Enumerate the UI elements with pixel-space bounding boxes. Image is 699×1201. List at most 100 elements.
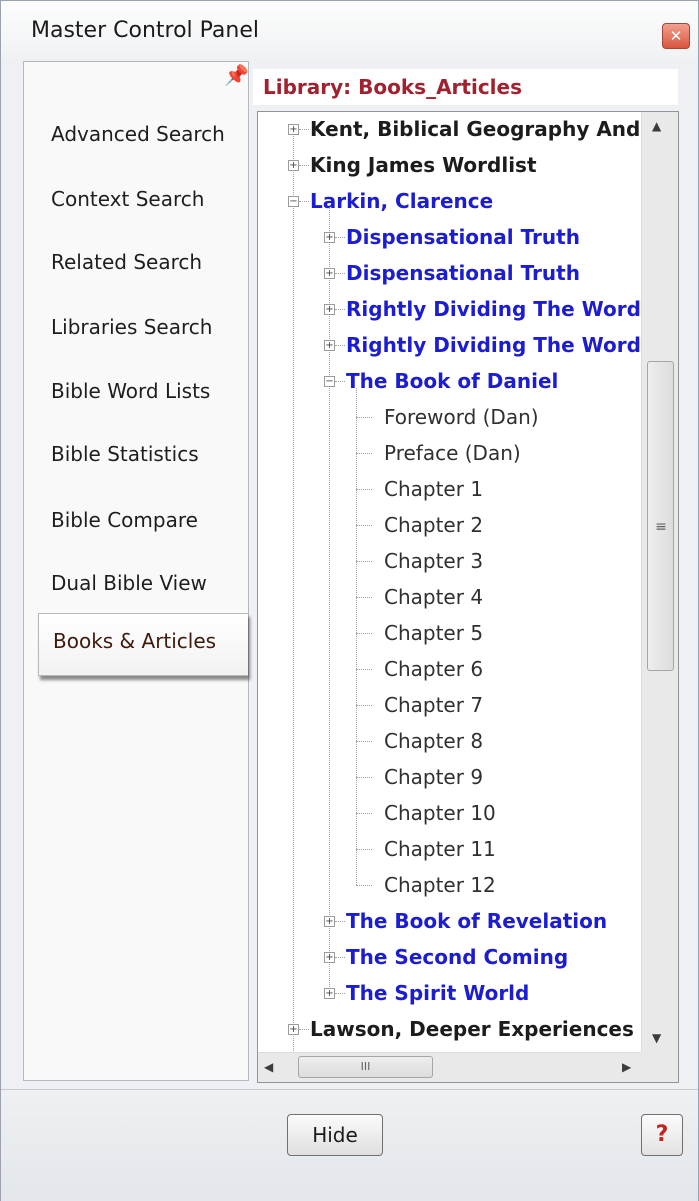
tree-connector <box>299 1029 309 1030</box>
tree-item-label: Chapter 7 <box>384 693 484 717</box>
tree-connector <box>335 921 345 922</box>
tree-item-label: Chapter 3 <box>384 549 484 573</box>
tree-leaf-item[interactable]: Chapter 1 <box>258 474 642 504</box>
tree-leaf-item[interactable]: Chapter 5 <box>258 618 642 648</box>
expand-icon[interactable]: + <box>324 916 335 927</box>
tree-node[interactable]: + Kent, Biblical Geography And H <box>258 114 664 144</box>
tree-connector <box>299 129 309 130</box>
expand-icon[interactable]: + <box>324 952 335 963</box>
tree-leaf-item[interactable]: Chapter 3 <box>258 546 642 576</box>
tree-node[interactable]: + Rightly Dividing The Word <box>258 294 642 324</box>
expand-icon[interactable]: + <box>324 268 335 279</box>
tree-item-label: Chapter 4 <box>384 585 484 609</box>
tree-node[interactable]: + The Spirit World <box>258 978 642 1008</box>
tree-item-label: Chapter 1 <box>384 477 484 501</box>
tree-item-label: Dispensational Truth <box>346 225 580 249</box>
tab-bible-statistics[interactable]: Bible Statistics <box>51 439 199 469</box>
tree-item-label: Rightly Dividing The Word <box>346 333 641 357</box>
tree-item-label: The Second Coming <box>346 945 569 969</box>
expand-icon[interactable]: + <box>288 1024 299 1035</box>
tree-leaf-item[interactable]: Chapter 4 <box>258 582 642 612</box>
master-control-panel-window: Master Control Panel ✕ 📌 Advanced Search… <box>0 0 699 1201</box>
tree-node[interactable]: − Larkin, Clarence <box>258 186 642 216</box>
tree-connector <box>356 417 372 418</box>
tree-connector <box>356 453 372 454</box>
tree-node[interactable]: + Dispensational Truth <box>258 222 642 252</box>
tree-leaf-item[interactable]: Chapter 7 <box>258 690 642 720</box>
tree-node[interactable]: − The Book of Daniel <box>258 366 642 396</box>
scroll-up-icon[interactable]: ▲ <box>652 119 661 133</box>
expand-icon[interactable]: + <box>324 232 335 243</box>
scroll-down-icon[interactable]: ▼ <box>652 1031 661 1045</box>
tab-context-search[interactable]: Context Search <box>51 184 204 214</box>
collapse-icon[interactable]: − <box>288 196 299 207</box>
tab-books-articles[interactable]: Books & Articles <box>38 613 248 676</box>
tree-item-label: Kent, Biblical Geography And H <box>310 117 665 141</box>
tree-item-label: The Book of Daniel <box>346 369 559 393</box>
hide-button[interactable]: Hide <box>287 1114 383 1156</box>
tree-connector <box>356 741 372 742</box>
scroll-left-icon[interactable]: ◀ <box>264 1060 273 1074</box>
tab-libraries-search[interactable]: Libraries Search <box>51 312 212 342</box>
tab-advanced-search[interactable]: Advanced Search <box>51 119 225 149</box>
tree-connector <box>356 885 372 886</box>
close-icon[interactable]: ✕ <box>662 23 690 49</box>
tree-connector <box>356 669 372 670</box>
tree-connector <box>356 525 372 526</box>
scroll-grip-icon: ≡ <box>655 519 667 535</box>
tree-leaf-item[interactable]: Chapter 2 <box>258 510 642 540</box>
tree-item-label: The Book of Revelation <box>346 909 608 933</box>
tree-node[interactable]: + The Second Coming <box>258 942 642 972</box>
tree-node[interactable]: + Dispensational Truth <box>258 258 642 288</box>
tree-item-label: Foreword (Dan) <box>384 405 539 429</box>
tree-node[interactable]: + The Book of Revelation <box>258 906 642 936</box>
tree-node[interactable]: + Lawson, Deeper Experiences o <box>258 1014 655 1044</box>
tree-leaf-item[interactable]: Chapter 12 <box>258 870 642 900</box>
vertical-scroll-thumb[interactable] <box>647 361 674 671</box>
help-icon[interactable]: ? <box>641 1114 683 1156</box>
expand-icon[interactable]: + <box>288 160 299 171</box>
tab-bible-word-lists[interactable]: Bible Word Lists <box>51 376 210 406</box>
library-header: Library: Books_Articles <box>253 69 678 105</box>
tree-connector <box>335 993 345 994</box>
tree-leaf-item[interactable]: Chapter 8 <box>258 726 642 756</box>
library-tree[interactable]: + Kent, Biblical Geography And H + King Jam… <box>257 111 679 1083</box>
pin-icon[interactable]: 📌 <box>224 63 249 87</box>
scroll-right-icon[interactable]: ▶ <box>622 1060 631 1074</box>
tree-leaf-item[interactable]: Chapter 11 <box>258 834 642 864</box>
tree-node[interactable]: + Rightly Dividing The Word <box>258 330 642 360</box>
tree-connector <box>356 561 372 562</box>
scroll-corner <box>641 1052 678 1082</box>
expand-icon[interactable]: + <box>288 124 299 135</box>
tree-item-label: The Spirit World <box>346 981 530 1005</box>
tree-leaf-item[interactable]: Foreword (Dan) <box>258 402 642 432</box>
expand-icon[interactable]: + <box>324 340 335 351</box>
tab-dual-bible-view[interactable]: Dual Bible View <box>51 568 207 598</box>
tree-connector <box>335 309 345 310</box>
tree-item-label: Larkin, Clarence <box>310 189 494 213</box>
tree-connector <box>356 777 372 778</box>
tree-leaf-item[interactable]: Chapter 6 <box>258 654 642 684</box>
tree-item-label: Dispensational Truth <box>346 261 580 285</box>
tree-leaf-item[interactable]: Chapter 10 <box>258 798 642 828</box>
tree-connector <box>356 633 372 634</box>
tree-connector <box>335 237 345 238</box>
tab-related-search[interactable]: Related Search <box>51 247 202 277</box>
tree-leaf-item[interactable]: Chapter 9 <box>258 762 642 792</box>
tree-connector <box>356 489 372 490</box>
tab-bible-compare[interactable]: Bible Compare <box>51 505 198 535</box>
tree-connector <box>335 381 345 382</box>
horizontal-scroll-thumb[interactable]: III <box>298 1056 433 1078</box>
expand-icon[interactable]: + <box>324 304 335 315</box>
expand-icon[interactable]: + <box>324 988 335 999</box>
tab-label: Books & Articles <box>53 629 217 653</box>
tree-leaf-item[interactable]: Preface (Dan) <box>258 438 642 468</box>
tree-node[interactable]: + King James Wordlist <box>258 150 642 180</box>
tree-item-label: Chapter 6 <box>384 657 484 681</box>
tree-connector <box>299 201 309 202</box>
tree-item-label: Chapter 5 <box>384 621 484 645</box>
collapse-icon[interactable]: − <box>324 376 335 387</box>
title-bar: Master Control Panel ✕ <box>1 1 698 59</box>
window-title: Master Control Panel <box>31 18 259 43</box>
tree-connector <box>335 345 345 346</box>
